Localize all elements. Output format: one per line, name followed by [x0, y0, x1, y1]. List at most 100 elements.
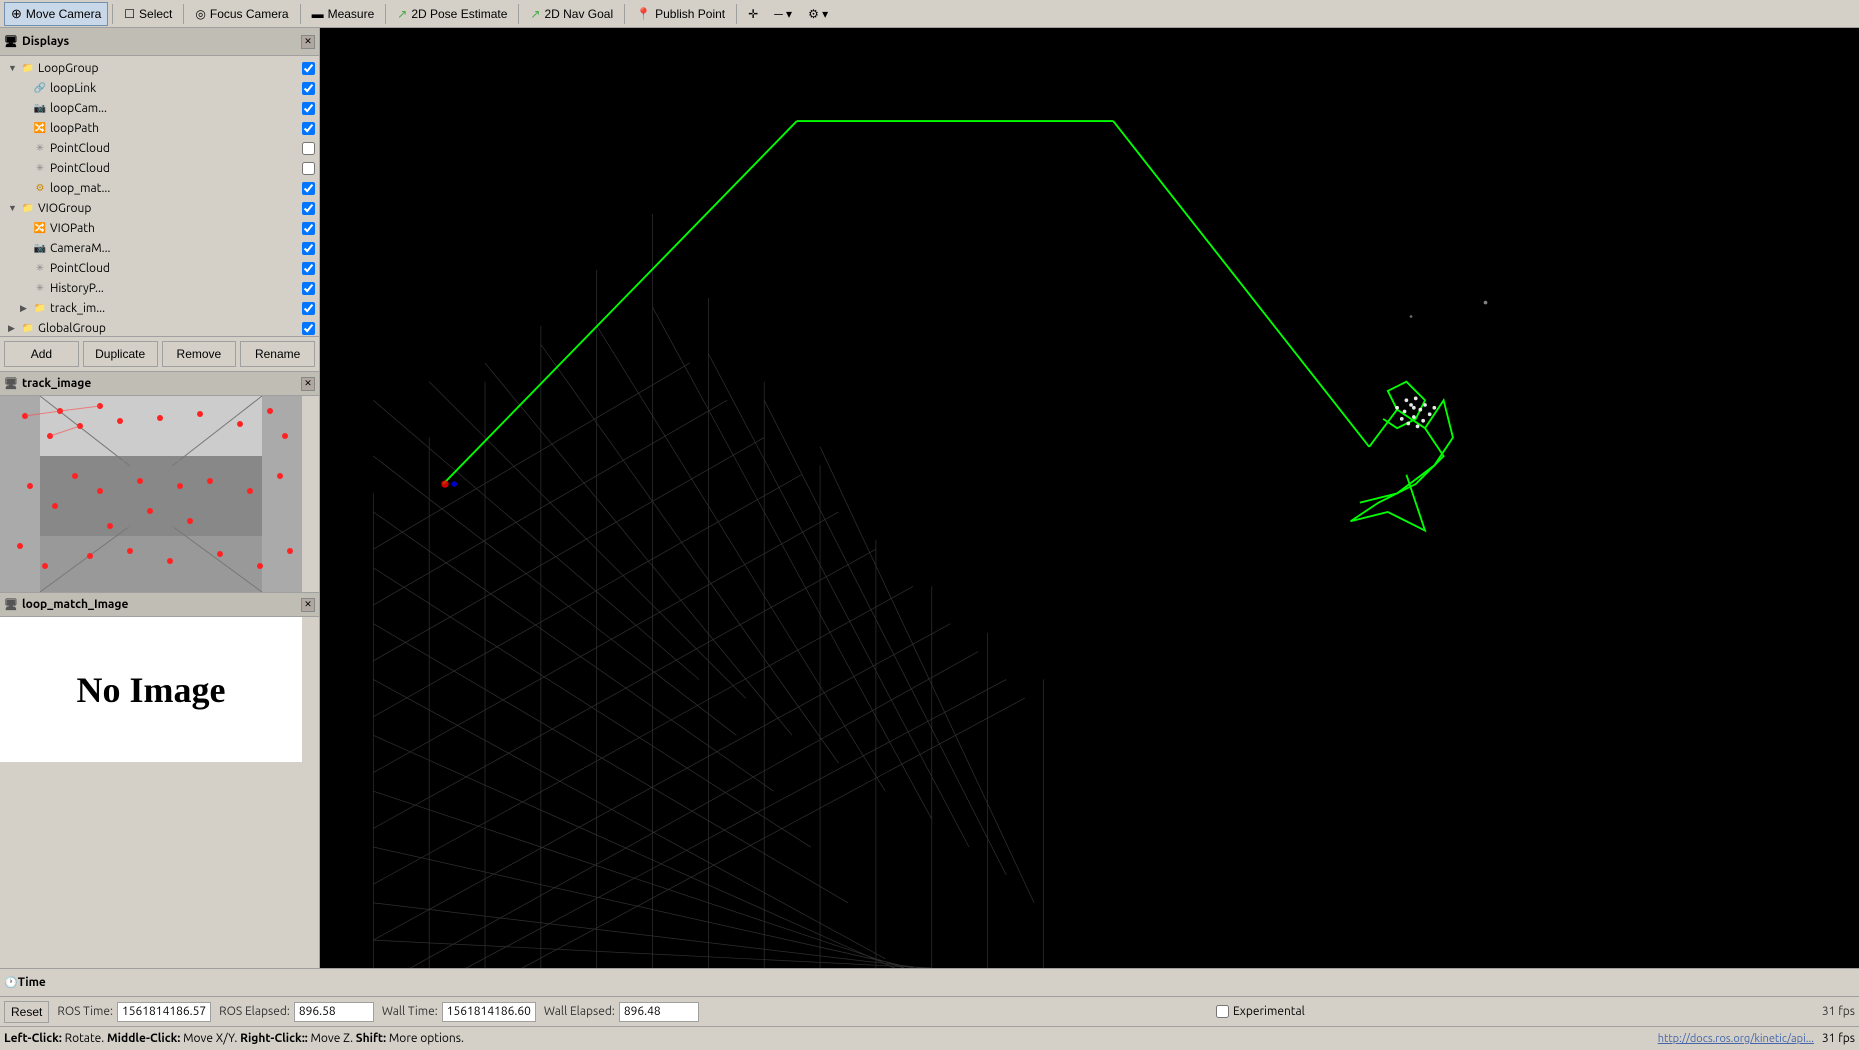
nav-goal-button[interactable]: ↗ 2D Nav Goal: [523, 2, 620, 26]
loop-match-close-button[interactable]: ✕: [301, 598, 315, 612]
tree-arrow-camera-m: [20, 243, 32, 253]
tree-arrow-loop-group: ▼: [8, 63, 20, 73]
loop-match-canvas: No Image: [0, 617, 302, 762]
time-clock-icon: 🕐: [4, 976, 18, 989]
tree-item-vio-path[interactable]: 🔀 VIOPath: [0, 218, 319, 238]
toolbar-separator-4: [385, 4, 386, 24]
ros-time-field: ROS Time: 1561814186.57: [57, 1002, 211, 1022]
tree-item-loop-cam[interactable]: 📷 loopCam...: [0, 98, 319, 118]
displays-header: 🖥 Displays ✕: [0, 28, 319, 56]
tree-arrow-track-im: ▶: [20, 303, 32, 314]
track-icon: 📁: [32, 300, 48, 316]
displays-close-button[interactable]: ✕: [301, 35, 315, 49]
tree-label-pc2: PointCloud: [50, 162, 298, 175]
tree-check-loop-match[interactable]: [302, 182, 315, 195]
tree-check-loop-path[interactable]: [302, 122, 315, 135]
no-image-text: No Image: [77, 669, 226, 711]
tree-item-point-cloud-1[interactable]: ✳ PointCloud: [0, 138, 319, 158]
displays-tree[interactable]: ▼ 📁 LoopGroup 🔗 loopLink 📷 loopCam...: [0, 56, 319, 336]
toolbar-separator-2: [183, 4, 184, 24]
tree-item-history-p[interactable]: ✳ HistoryP...: [0, 278, 319, 298]
tree-item-vio-group[interactable]: ▼ 📁 VIOGroup: [0, 198, 319, 218]
loop-match-header: 🖥 loop_match_Image ✕: [0, 593, 319, 617]
wall-time-field: Wall Time: 1561814186.60: [382, 1002, 536, 1022]
loop-match-title: loop_match_Image: [22, 598, 128, 611]
minus-icon: ─ ▾: [774, 7, 792, 21]
tree-item-loop-group[interactable]: ▼ 📁 LoopGroup: [0, 58, 319, 78]
tree-arrow-global-group: ▶: [8, 323, 20, 334]
crosshair-icon: ✛: [748, 7, 758, 21]
tree-label-loop-match: loop_mat...: [50, 182, 298, 195]
tree-check-loop-cam[interactable]: [302, 102, 315, 115]
viewport[interactable]: [320, 28, 1859, 968]
remove-button[interactable]: Remove: [162, 341, 237, 367]
displays-buttons: Add Duplicate Remove Rename: [0, 336, 319, 371]
folder-icon-global: 📁: [20, 320, 36, 336]
rename-button[interactable]: Rename: [240, 341, 315, 367]
track-image-close-button[interactable]: ✕: [301, 377, 315, 391]
focus-camera-button[interactable]: ◎ Focus Camera: [188, 2, 295, 26]
tree-check-history-p[interactable]: [302, 282, 315, 295]
pose-estimate-button[interactable]: ↗ 2D Pose Estimate: [390, 2, 514, 26]
tree-check-vio-group[interactable]: [302, 202, 315, 215]
tree-check-pc3[interactable]: [302, 262, 315, 275]
tree-check-track-im[interactable]: [302, 302, 315, 315]
reset-button[interactable]: Reset: [4, 1001, 49, 1023]
hist-icon: ✳: [32, 280, 48, 296]
add-button[interactable]: Add: [4, 341, 79, 367]
loop-match-title-area: 🖥 loop_match_Image: [4, 598, 128, 611]
tree-arrow-vio-group: ▼: [8, 203, 20, 213]
cloud-icon-pc3: ✳: [32, 260, 48, 276]
measure-button[interactable]: ▬ Measure: [305, 2, 382, 26]
tree-label-loop-group: LoopGroup: [38, 62, 298, 75]
gear-icon: ⚙ ▾: [808, 7, 828, 21]
nav-icon: ↗: [530, 7, 540, 21]
tree-check-pc1[interactable]: [302, 142, 315, 155]
tree-arrow-pc1: [20, 143, 32, 153]
docs-link[interactable]: http://docs.ros.org/kinetic/api...: [1658, 1033, 1814, 1045]
settings-button[interactable]: ⚙ ▾: [801, 2, 835, 26]
select-label: Select: [139, 7, 172, 21]
toolbar-separator-7: [736, 4, 737, 24]
displays-header-left: 🖥 Displays: [4, 35, 69, 48]
tree-item-global-group[interactable]: ▶ 📁 GlobalGroup: [0, 318, 319, 336]
move-camera-icon: ⊕: [11, 6, 22, 22]
tree-label-history-p: HistoryP...: [50, 282, 298, 295]
tree-check-global-group[interactable]: [302, 322, 315, 335]
tree-arrow-loop-path: [20, 123, 32, 133]
minus-button[interactable]: ─ ▾: [767, 2, 799, 26]
tree-item-track-im[interactable]: ▶ 📁 track_im...: [0, 298, 319, 318]
loop-match-section: 🖥 loop_match_Image ✕ No Image: [0, 593, 319, 968]
publish-point-button[interactable]: 📍 Publish Point: [629, 2, 732, 26]
tree-check-loop-group[interactable]: [302, 62, 315, 75]
tree-label-global-group: GlobalGroup: [38, 322, 298, 335]
tree-label-loop-path: loopPath: [50, 122, 298, 135]
tree-arrow-history-p: [20, 283, 32, 293]
duplicate-button[interactable]: Duplicate: [83, 341, 158, 367]
wall-elapsed-value: 896.48: [619, 1002, 699, 1022]
tree-check-pc2[interactable]: [302, 162, 315, 175]
tree-check-camera-m[interactable]: [302, 242, 315, 255]
tree-item-point-cloud-3[interactable]: ✳ PointCloud: [0, 258, 319, 278]
crosshair-button[interactable]: ✛: [741, 2, 765, 26]
displays-section: 🖥 Displays ✕ ▼ 📁 LoopGroup 🔗 loopLink: [0, 28, 319, 372]
select-button[interactable]: ☐ Select: [117, 2, 179, 26]
tree-check-vio-path[interactable]: [302, 222, 315, 235]
tree-item-loop-link[interactable]: 🔗 loopLink: [0, 78, 319, 98]
measure-icon: ▬: [312, 7, 324, 21]
track-image-title-area: 🖥 track_image: [4, 377, 91, 390]
experimental-checkbox[interactable]: [1216, 1005, 1229, 1018]
tree-item-loop-match[interactable]: ⚙ loop_mat...: [0, 178, 319, 198]
tree-arrow-vio-path: [20, 223, 32, 233]
toolbar-separator-3: [300, 4, 301, 24]
experimental-label: Experimental: [1233, 1005, 1305, 1018]
experimental-field: Experimental: [1216, 1005, 1305, 1018]
tree-item-point-cloud-2[interactable]: ✳ PointCloud: [0, 158, 319, 178]
tree-check-loop-link[interactable]: [302, 82, 315, 95]
tree-arrow-loop-cam: [20, 103, 32, 113]
panel-icon-loop-match: 🖥: [4, 598, 18, 611]
tree-item-loop-path[interactable]: 🔀 loopPath: [0, 118, 319, 138]
move-camera-button[interactable]: ⊕ Move Camera: [4, 2, 108, 26]
tree-item-camera-m[interactable]: 📷 CameraM...: [0, 238, 319, 258]
focus-icon: ◎: [195, 7, 205, 21]
